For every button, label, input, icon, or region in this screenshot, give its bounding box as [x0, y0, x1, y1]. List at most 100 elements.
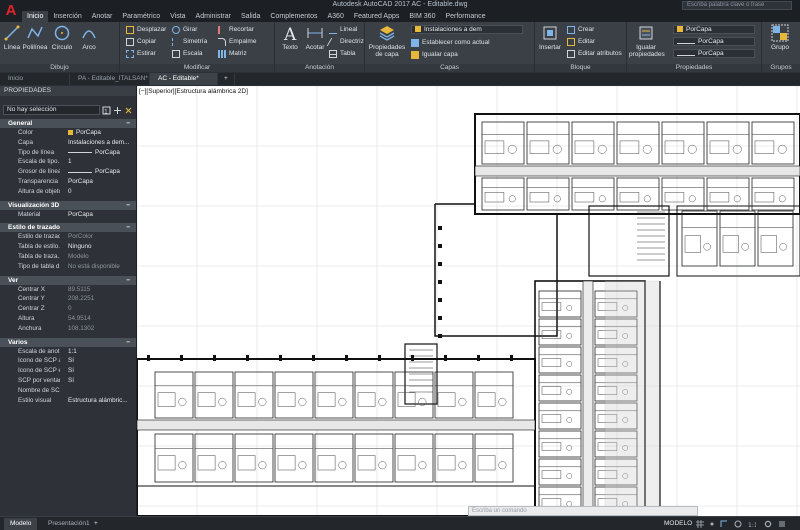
doc-tab-pa-editable[interactable]: PA - Editable_ITALSAN*	[70, 73, 150, 85]
scale-button[interactable]: Escala	[172, 49, 203, 59]
tab-salida[interactable]: Salida	[236, 11, 265, 22]
property-value[interactable]: Estructura alámbric...	[60, 396, 136, 406]
rotate-button[interactable]: Girar	[172, 25, 197, 35]
command-line-input[interactable]: Escriba un comando	[468, 506, 698, 516]
application-menu-button[interactable]: A	[0, 0, 22, 22]
draw-panel-title[interactable]: Dibujo	[0, 64, 119, 72]
property-value[interactable]: 1:1	[60, 347, 136, 357]
property-value[interactable]: Sí	[60, 366, 136, 376]
palette-section-header[interactable]: Ver −	[0, 275, 136, 285]
property-row[interactable]: Nombre de SCP	[0, 386, 136, 396]
property-value[interactable]: Sí	[60, 356, 136, 366]
fillet-button[interactable]: Empalme	[218, 37, 256, 47]
copy-button[interactable]: Copiar	[126, 37, 156, 47]
property-row[interactable]: Anchura 108.1302	[0, 324, 136, 334]
help-search-input[interactable]: Escriba palabra clave o frase	[682, 1, 792, 10]
tab-complementos[interactable]: Complementos	[265, 11, 322, 22]
selection-dropdown[interactable]: No hay selección	[3, 105, 100, 115]
doc-tab-start[interactable]: Inicio	[0, 73, 70, 85]
lineweight-dropdown[interactable]: PorCapa	[673, 49, 755, 58]
property-row[interactable]: Tipo de tabla d... No está disponible	[0, 262, 136, 272]
properties-panel-title[interactable]: Propiedades	[627, 64, 761, 72]
property-row[interactable]: Icono de SCP e... Sí	[0, 366, 136, 376]
viewport-controls-label[interactable]: [−][Superior][Estructura alámbrica 2D]	[139, 88, 248, 95]
collapse-icon[interactable]: −	[126, 338, 130, 347]
floor-plan-drawing[interactable]	[137, 86, 800, 516]
property-value[interactable]: 208.2251	[60, 294, 136, 304]
collapse-icon[interactable]: −	[126, 201, 130, 210]
palette-section-header[interactable]: Visualización 3D −	[0, 200, 136, 210]
annotation-scale-icon[interactable]: 1:1	[748, 520, 756, 528]
polyline-button[interactable]: Polilínea	[22, 24, 48, 51]
tab-inicio[interactable]: Inicio	[22, 11, 49, 22]
palette-section-header[interactable]: Estilo de trazado −	[0, 223, 136, 233]
property-row[interactable]: Estilo de trazado PorColor	[0, 232, 136, 242]
toggle-pickadd-icon[interactable]: 1	[102, 106, 111, 115]
property-row[interactable]: Centrar Y 208.2251	[0, 294, 136, 304]
layer-dropdown[interactable]: Instalaciones a dem	[411, 25, 523, 34]
text-button[interactable]: A Texto	[279, 24, 301, 51]
line-button[interactable]: Línea	[2, 24, 22, 51]
palette-section-header[interactable]: Varios −	[0, 337, 136, 347]
edit-attributes-button[interactable]: Editar atributos	[567, 49, 622, 59]
property-value[interactable]: 108.1302	[60, 324, 136, 334]
tab-vista[interactable]: Vista	[165, 11, 190, 22]
property-value[interactable]: Ninguno	[60, 242, 136, 252]
layers-panel-title[interactable]: Capas	[365, 64, 534, 72]
dimension-button[interactable]: Acotar	[303, 24, 327, 51]
property-row[interactable]: Color PorCapa	[0, 128, 136, 138]
property-value[interactable]: PorCapa	[60, 177, 136, 187]
snap-icon[interactable]	[708, 520, 716, 528]
collapse-icon[interactable]: −	[126, 276, 130, 285]
property-value[interactable]: PorCapa	[60, 128, 136, 138]
tab-parametrico[interactable]: Paramétrico	[117, 11, 165, 22]
tab-a360[interactable]: A360	[323, 11, 349, 22]
match-layer-button[interactable]: Igualar capa	[411, 50, 458, 60]
tab-administrar[interactable]: Administrar	[191, 11, 236, 22]
property-row[interactable]: Centrar Z 0	[0, 304, 136, 314]
property-row[interactable]: Capa Instalaciones a dem...	[0, 138, 136, 148]
property-row[interactable]: Altura de objeto 0	[0, 187, 136, 197]
quick-select-icon[interactable]	[124, 106, 133, 115]
leader-button[interactable]: Directriz	[326, 37, 364, 47]
set-current-layer-button[interactable]: Establecer como actual	[411, 38, 490, 48]
match-properties-button[interactable]: Igualar propiedades	[629, 24, 665, 58]
property-row[interactable]: Tabla de traza... Modelo	[0, 252, 136, 262]
property-row[interactable]: Material PorCapa	[0, 210, 136, 220]
tab-anotar[interactable]: Anotar	[87, 11, 118, 22]
property-row[interactable]: Tabla de estilo... Ninguno	[0, 242, 136, 252]
block-panel-title[interactable]: Bloque	[535, 64, 626, 72]
insert-button[interactable]: Insertar	[537, 24, 563, 51]
trim-button[interactable]: Recortar	[218, 25, 254, 35]
circle-button[interactable]: Círculo	[50, 24, 74, 51]
tab-featured-apps[interactable]: Featured Apps	[349, 11, 405, 22]
drawing-canvas[interactable]: [−][Superior][Estructura alámbrica 2D]	[137, 86, 800, 516]
property-row[interactable]: SCP por ventana Sí	[0, 376, 136, 386]
add-layout-button[interactable]: +	[88, 518, 104, 530]
property-row[interactable]: Escala de tipo... 1	[0, 157, 136, 167]
property-row[interactable]: Grosor de línea PorCapa	[0, 167, 136, 177]
property-value[interactable]: Modelo	[60, 252, 136, 262]
property-value[interactable]: Sí	[60, 376, 136, 386]
property-value[interactable]: 89.5115	[60, 285, 136, 295]
color-dropdown[interactable]: PorCapa	[673, 25, 755, 34]
property-row[interactable]: Icono de SCP a... Sí	[0, 356, 136, 366]
groups-panel-title[interactable]: Grupos	[762, 64, 800, 72]
property-row[interactable]: Escala de anot... 1:1	[0, 347, 136, 357]
property-value[interactable]	[60, 386, 136, 396]
property-row[interactable]: Estilo visual Estructura alámbric...	[0, 396, 136, 406]
property-value[interactable]: PorColor	[60, 232, 136, 242]
customize-menu-icon[interactable]	[778, 520, 786, 528]
collapse-icon[interactable]: −	[126, 119, 130, 128]
palette-section-header[interactable]: General −	[0, 119, 136, 128]
stretch-button[interactable]: Estirar	[126, 49, 156, 59]
doc-tab-ac-editable[interactable]: AC - Editable*	[150, 73, 218, 85]
property-value[interactable]: PorCapa	[60, 148, 136, 158]
edit-block-button[interactable]: Editar	[567, 37, 595, 47]
property-value[interactable]: 1	[60, 157, 136, 167]
tab-performance[interactable]: Performance	[440, 11, 490, 22]
property-value[interactable]: PorCapa	[60, 167, 136, 177]
model-space-indicator[interactable]: MODELO	[664, 518, 692, 530]
group-button[interactable]: Grupo	[765, 24, 795, 51]
property-row[interactable]: Centrar X 89.5115	[0, 285, 136, 295]
